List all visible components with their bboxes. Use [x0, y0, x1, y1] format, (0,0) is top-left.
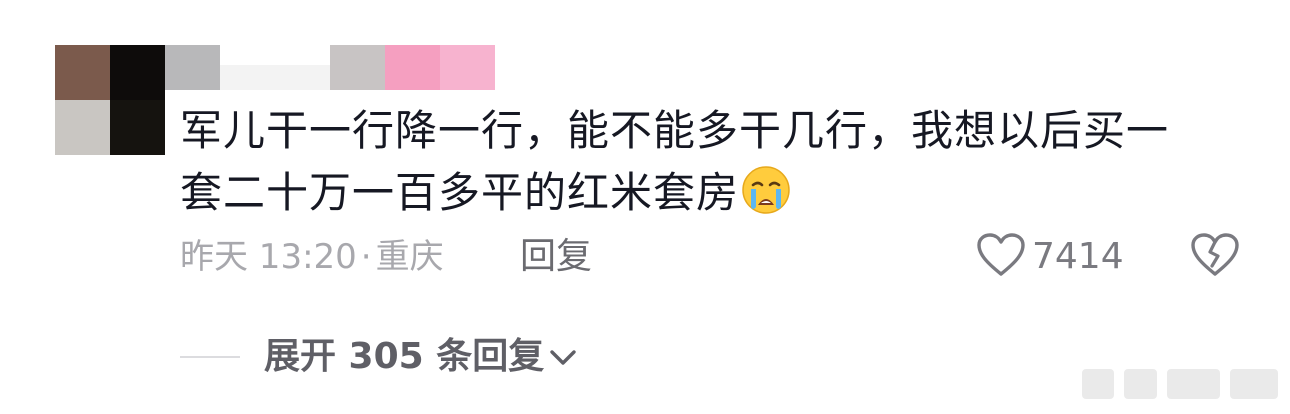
avatar-mosaic-tile	[110, 100, 165, 155]
username-mosaic-block	[440, 45, 495, 90]
avatar-mosaic-tile	[55, 100, 110, 155]
avatar[interactable]	[55, 45, 165, 155]
chevron-down-icon	[548, 345, 578, 369]
broken-heart-outline-icon	[1190, 232, 1240, 282]
watermark-glyph	[1164, 367, 1223, 401]
comment-meta: 昨天 13:20 · 重庆	[180, 232, 444, 282]
username-mosaic-block	[165, 45, 220, 90]
comment-text-line-2: 套二十万一百多平的红米套房	[180, 168, 740, 217]
username-obscured[interactable]	[165, 45, 495, 90]
watermark-glyph	[1080, 367, 1117, 401]
avatar-mosaic-tile	[55, 45, 110, 100]
username-mosaic-block	[330, 45, 385, 90]
avatar-mosaic-tile	[110, 45, 165, 100]
comment-timestamp: 昨天 13:20	[180, 237, 357, 277]
meta-separator: ·	[360, 237, 372, 277]
like-button[interactable]: 7414	[976, 232, 1124, 282]
comment-location: 重庆	[375, 237, 444, 277]
comment-text-line-1: 军儿干一行降一行，能不能多干几行，我想以后买一	[180, 106, 1170, 155]
crying-face-icon	[741, 165, 791, 215]
watermark-glyph	[1122, 367, 1159, 401]
expand-divider-line	[180, 356, 240, 358]
heart-outline-icon	[976, 232, 1026, 282]
expand-replies[interactable]: 展开 305 条回复	[180, 332, 578, 382]
username-mosaic-block	[385, 45, 440, 90]
dislike-button[interactable]	[1190, 232, 1240, 282]
expand-replies-label: 展开 305 条回复	[264, 336, 545, 377]
watermark	[1080, 364, 1280, 404]
like-count: 7414	[1032, 236, 1124, 277]
comment-text: 军儿干一行降一行，能不能多干几行，我想以后买一 套二十万一百多平的红米套房	[180, 100, 1240, 224]
watermark-glyph	[1228, 367, 1280, 401]
reply-button[interactable]: 回复	[520, 232, 592, 282]
comment-item: 军儿干一行降一行，能不能多干几行，我想以后买一 套二十万一百多平的红米套房 昨天…	[0, 0, 1290, 414]
username-mosaic-block	[220, 65, 330, 90]
